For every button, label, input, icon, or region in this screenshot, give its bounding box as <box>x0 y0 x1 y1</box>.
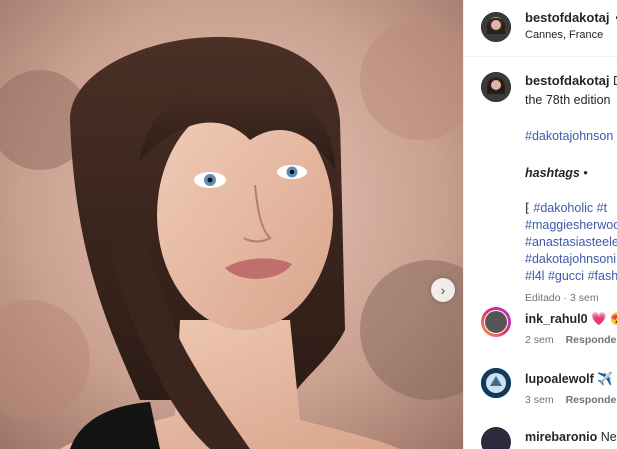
post-side-panel: bestofdakotaj• Cannes, France bestofdako… <box>463 0 617 449</box>
post-header: bestofdakotaj• Cannes, France <box>464 0 617 57</box>
hashtag-link[interactable]: #l4l <box>525 269 544 283</box>
bracket-glyph: ⁅ <box>525 201 530 215</box>
comment-emoji: ✈️ 😊 <box>597 372 617 386</box>
post-location[interactable]: Cannes, France <box>525 29 603 41</box>
reply-button[interactable]: Responder <box>566 334 617 346</box>
caption-username[interactable]: bestofdakotaj <box>525 73 610 88</box>
caption-text: Da <box>613 74 617 88</box>
comment-username[interactable]: mirebaronio Nes <box>525 430 617 444</box>
hashtag-link[interactable]: #gucci <box>548 269 584 283</box>
reply-button[interactable]: Responder <box>566 394 617 406</box>
edited-label: Editado <box>525 292 561 304</box>
comment-avatar[interactable] <box>481 368 511 398</box>
hashtag-link[interactable]: #fash <box>588 269 617 283</box>
separator-dot: • <box>583 165 588 180</box>
chevron-right-icon[interactable]: › <box>431 278 455 302</box>
hashtag-link[interactable]: #dakoholic <box>533 201 593 215</box>
comment-meta: 2 sem Responder <box>525 334 617 346</box>
post-image: › <box>0 0 463 449</box>
caption-text-line2: the 78th edition <box>525 92 611 107</box>
comment-avatar[interactable] <box>481 427 511 449</box>
comment-text: Nes <box>600 430 617 444</box>
post-username[interactable]: bestofdakotaj• <box>525 10 617 25</box>
caption: bestofdakotaj Da the 78th edition #dakot… <box>525 72 617 308</box>
hashtag-link[interactable]: #t <box>597 201 607 215</box>
comment-avatar[interactable] <box>481 307 511 337</box>
hashtag-link[interactable]: #dakotajohnson <box>525 127 617 146</box>
caption-age: 3 sem <box>569 292 599 304</box>
hashtags-title: hashtags <box>525 165 580 180</box>
comment-username[interactable]: lupoalewolf ✈️ 😊 <box>525 372 617 387</box>
hashtag-link[interactable]: #dakotajohnsoni <box>525 251 617 268</box>
comment-meta: 3 sem Responder <box>525 394 617 406</box>
comment-username[interactable]: ink_rahul0 💗 😍 <box>525 312 617 327</box>
hashtag-link[interactable]: #anastasiasteele <box>525 234 617 251</box>
hashtag-link[interactable]: #maggiesherwoo <box>525 217 617 234</box>
avatar[interactable] <box>481 12 511 42</box>
caption-avatar[interactable] <box>481 72 511 102</box>
comment-emoji: 💗 😍 <box>591 312 617 326</box>
